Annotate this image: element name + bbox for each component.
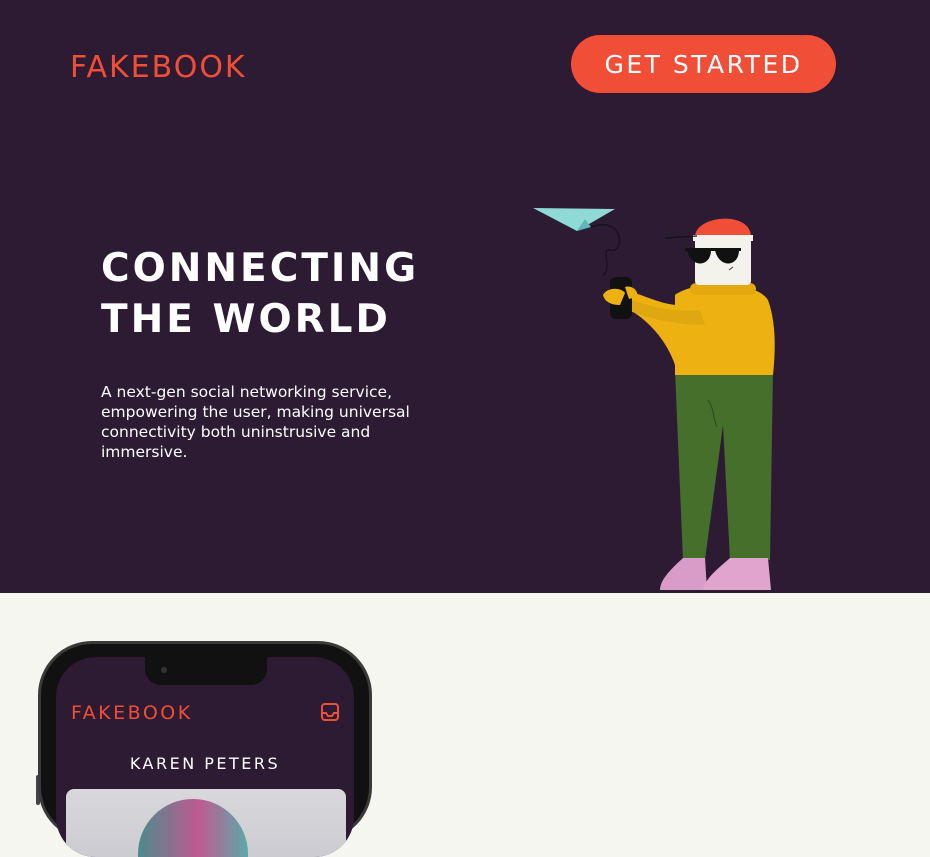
headline-line-2: THE WORLD — [101, 297, 391, 342]
hero-headline: CONNECTING THE WORLD — [101, 243, 431, 345]
profile-name: KAREN PETERS — [129, 754, 281, 773]
hero-section: FAKEBOOK GET STARTED CONNECTING THE WORL… — [0, 0, 930, 593]
phone-app-logo[interactable]: FAKEBOOK — [71, 702, 193, 724]
camera-icon — [161, 667, 167, 673]
profile-photo — [66, 789, 346, 857]
phone-screen: FAKEBOOK KAREN PETERS — [56, 657, 354, 857]
phone-mockup: FAKEBOOK KAREN PETERS — [38, 641, 372, 857]
phone-notch — [145, 657, 267, 685]
hero-description: A next-gen social networking service, em… — [101, 383, 410, 461]
inbox-icon[interactable] — [320, 702, 340, 722]
headline-line-1: CONNECTING — [101, 246, 420, 291]
profile-hair — [138, 799, 248, 857]
paper-plane-icon — [533, 208, 621, 276]
get-started-button[interactable]: GET STARTED — [571, 35, 836, 93]
person-paper-plane-illustration — [533, 208, 775, 590]
site-logo[interactable]: FAKEBOOK — [70, 50, 247, 85]
